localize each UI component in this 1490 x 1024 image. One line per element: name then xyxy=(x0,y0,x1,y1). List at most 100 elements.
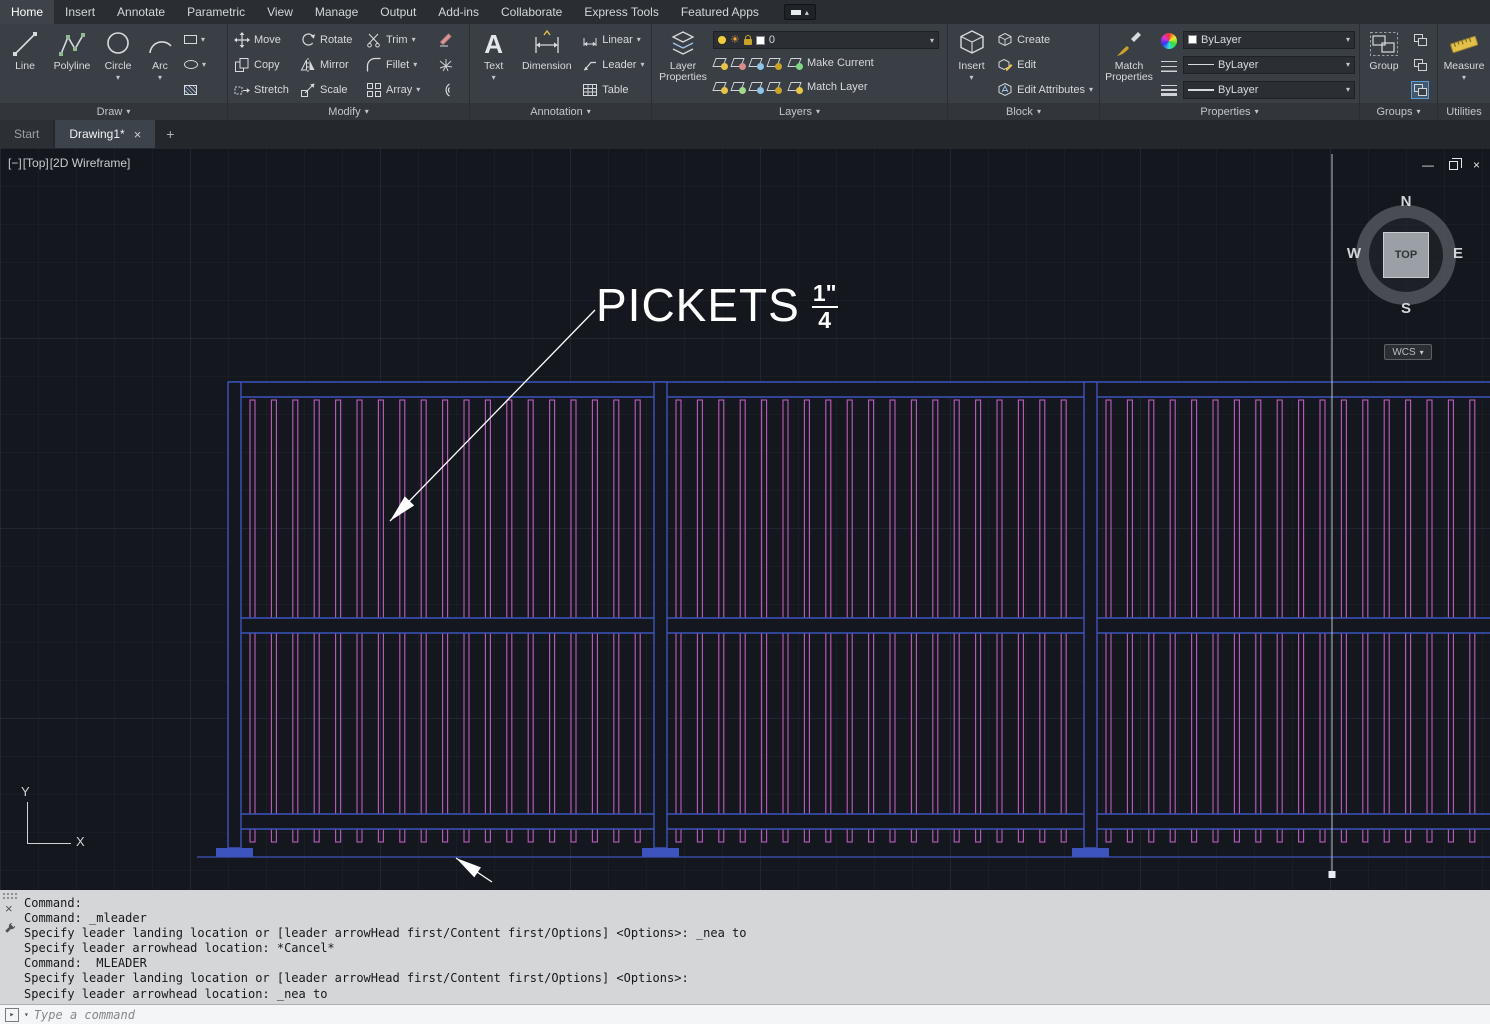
linetype-icon[interactable] xyxy=(1161,61,1177,72)
chevron-down-icon[interactable]: ▾ xyxy=(24,1010,29,1019)
layer-unlock-all-icon[interactable] xyxy=(767,80,782,94)
layer-unisolate-icon[interactable] xyxy=(731,80,746,94)
layer-properties-button[interactable]: Layer Properties xyxy=(655,26,711,103)
create-block-button[interactable]: Create xyxy=(994,28,1096,52)
menu-tab-annotate[interactable]: Annotate xyxy=(106,0,176,24)
viewport-view-control[interactable]: [Top] xyxy=(23,156,49,170)
lineweight-select[interactable]: ByLayer▾ xyxy=(1183,81,1355,99)
copy-button[interactable]: Copy xyxy=(231,53,295,77)
color-wheel-icon[interactable] xyxy=(1161,33,1177,49)
edit-attributes-button[interactable]: Edit Attributes▾ xyxy=(994,78,1096,102)
menu-tab-parametric[interactable]: Parametric xyxy=(176,0,256,24)
scale-button[interactable]: Scale xyxy=(297,78,361,102)
erase-button[interactable] xyxy=(435,28,457,52)
rectangle-button[interactable]: ▾ xyxy=(181,28,217,52)
wcs-badge[interactable]: WCS ▾ xyxy=(1384,344,1432,360)
new-tab-button[interactable]: + xyxy=(157,120,183,148)
groups-panel-label[interactable]: Groups▾ xyxy=(1360,103,1437,120)
menu-tab-home[interactable]: Home xyxy=(0,0,54,24)
text-button[interactable]: A Text ▾ xyxy=(473,26,514,103)
stretch-button[interactable]: Stretch xyxy=(231,78,295,102)
circle-button[interactable]: Circle ▾ xyxy=(97,26,139,103)
compass-south[interactable]: S xyxy=(1395,300,1417,317)
menu-tab-output[interactable]: Output xyxy=(369,0,427,24)
trim-button[interactable]: Trim▾ xyxy=(363,28,429,52)
menu-tab-manage[interactable]: Manage xyxy=(304,0,369,24)
mirror-button[interactable]: Mirror xyxy=(297,53,361,77)
hatch-button[interactable] xyxy=(181,78,217,102)
match-properties-button[interactable]: Match Properties xyxy=(1103,26,1155,103)
match-layer-button[interactable]: Match Layer xyxy=(785,75,871,99)
ellipse-button[interactable]: ▾ xyxy=(181,53,217,77)
layer-on-all-icon[interactable] xyxy=(713,80,728,94)
layer-off-icon[interactable] xyxy=(713,56,728,70)
layer-select[interactable]: ☀ 0 ▾ xyxy=(713,31,939,49)
fillet-button[interactable]: Fillet▾ xyxy=(363,53,429,77)
array-button[interactable]: Array▾ xyxy=(363,78,429,102)
dimension-button[interactable]: Dimension xyxy=(516,26,577,103)
insert-button[interactable]: Insert ▾ xyxy=(951,26,992,103)
properties-panel-label[interactable]: Properties▾ xyxy=(1100,103,1359,120)
table-button[interactable]: Table xyxy=(579,78,648,102)
menu-tab-collaborate[interactable]: Collaborate xyxy=(490,0,573,24)
navigation-compass[interactable]: N S W E TOP xyxy=(1346,195,1466,315)
trim-label: Trim xyxy=(386,34,408,46)
viewport-visualstyle-control[interactable]: [2D Wireframe] xyxy=(50,156,131,170)
linetype-select[interactable]: ByLayer▾ xyxy=(1183,56,1355,74)
polyline-button[interactable]: Polyline xyxy=(49,26,95,103)
layer-lock-icon[interactable] xyxy=(767,56,782,70)
explode-button[interactable] xyxy=(435,53,457,77)
compass-west[interactable]: W xyxy=(1343,245,1365,262)
command-close-button[interactable]: × xyxy=(5,901,13,916)
doc-tab-drawing1[interactable]: Drawing1*× xyxy=(55,120,155,148)
ribbon-options-button[interactable]: ▴ xyxy=(784,4,816,20)
layers-panel-label[interactable]: Layers▾ xyxy=(652,103,947,120)
move-button[interactable]: Move xyxy=(231,28,295,52)
leader-button[interactable]: Leader▾ xyxy=(579,53,648,77)
pickets-annotation[interactable]: PICKETS 1" 4 xyxy=(596,280,838,333)
restore-icon[interactable] xyxy=(1449,161,1458,170)
edit-block-button[interactable]: Edit xyxy=(994,53,1096,77)
arc-button[interactable]: Arc ▾ xyxy=(141,26,179,103)
layer-thaw-all-icon[interactable] xyxy=(749,80,764,94)
command-input[interactable] xyxy=(34,1008,434,1022)
drawing-svg[interactable] xyxy=(0,148,1490,890)
customize-button[interactable] xyxy=(4,919,16,938)
viewcube-top-face[interactable]: TOP xyxy=(1383,232,1429,278)
draw-panel-label[interactable]: Draw▾ xyxy=(0,103,227,120)
rotate-button[interactable]: Rotate xyxy=(297,28,361,52)
command-prompt-icon[interactable]: ▸ xyxy=(5,1008,19,1022)
object-color-select[interactable]: ByLayer▾ xyxy=(1183,31,1355,49)
annotation-panel-label[interactable]: Annotation▾ xyxy=(470,103,651,120)
edit-block-icon xyxy=(997,57,1013,73)
menu-tab-add-ins[interactable]: Add-ins xyxy=(427,0,490,24)
lineweight-icon[interactable] xyxy=(1161,85,1177,96)
layer-isolate-icon[interactable] xyxy=(731,56,746,70)
offset-button[interactable] xyxy=(435,78,457,102)
compass-east[interactable]: E xyxy=(1447,245,1469,262)
menu-tab-insert[interactable]: Insert xyxy=(54,0,106,24)
ungroup-button[interactable] xyxy=(1411,56,1429,74)
make-current-button[interactable]: Make Current xyxy=(785,51,877,75)
block-panel-label[interactable]: Block▾ xyxy=(948,103,1099,120)
modify-panel-label[interactable]: Modify▾ xyxy=(228,103,469,120)
close-icon[interactable]: × xyxy=(1473,158,1480,172)
menu-tab-featured-apps[interactable]: Featured Apps xyxy=(670,0,770,24)
utilities-panel-label[interactable]: Utilities xyxy=(1438,103,1490,120)
linear-dimension-button[interactable]: Linear▾ xyxy=(579,28,648,52)
measure-button[interactable]: Measure ▾ xyxy=(1441,26,1487,103)
close-icon[interactable]: × xyxy=(134,127,142,142)
group-button[interactable]: Group xyxy=(1363,26,1405,103)
minimize-icon[interactable]: — xyxy=(1422,158,1434,172)
viewport-menu-control[interactable]: [−] xyxy=(8,156,22,170)
line-button[interactable]: Line xyxy=(3,26,47,103)
menu-tab-express-tools[interactable]: Express Tools xyxy=(573,0,669,24)
command-drag-grip[interactable] xyxy=(2,892,18,901)
group-edit-button[interactable] xyxy=(1411,31,1429,49)
compass-north[interactable]: N xyxy=(1395,193,1417,210)
drawing-canvas[interactable]: [−] [Top] [2D Wireframe] — × N S W E TOP… xyxy=(0,148,1490,890)
group-selection-toggle[interactable] xyxy=(1411,81,1429,99)
doc-tab-start[interactable]: Start xyxy=(0,120,53,148)
layer-freeze-icon[interactable] xyxy=(749,56,764,70)
menu-tab-view[interactable]: View xyxy=(256,0,304,24)
